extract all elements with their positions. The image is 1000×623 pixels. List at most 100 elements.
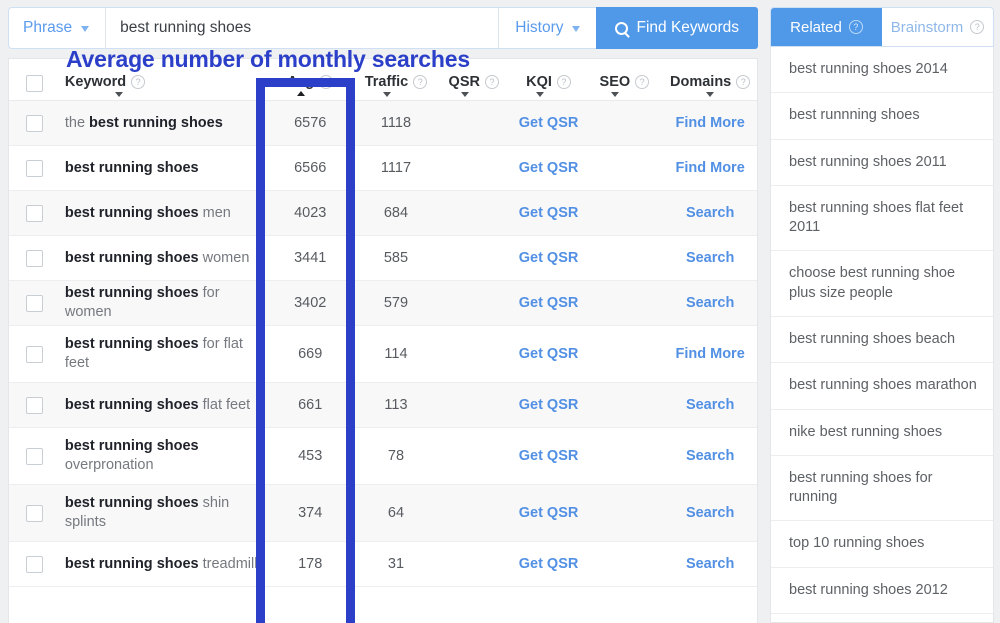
- get-qsr-link[interactable]: Get QSR: [519, 346, 579, 362]
- help-icon[interactable]: ?: [970, 20, 985, 34]
- domains-action-link[interactable]: Find More: [675, 115, 744, 131]
- related-keyword-item[interactable]: best runnning shoes: [771, 93, 993, 140]
- table-row[interactable]: best running shoes for flat feet 669 114 Ge…: [9, 326, 757, 383]
- domains-action-link[interactable]: Search: [686, 250, 734, 266]
- related-keyword-item[interactable]: best running shoes for running: [771, 456, 993, 522]
- select-all-checkbox[interactable]: [26, 75, 44, 92]
- domains-action-cell[interactable]: Find More: [663, 115, 757, 131]
- column-header-qsr[interactable]: QSR ?: [436, 75, 512, 97]
- sort-arrow-keyword-icon[interactable]: [114, 92, 123, 97]
- domains-action-link[interactable]: Search: [686, 556, 734, 572]
- row-checkbox[interactable]: [26, 159, 44, 177]
- related-keyword-item[interactable]: best running shoes 2011: [771, 140, 993, 186]
- table-row[interactable]: best running shoes treadmill 178 31 Get QSR…: [9, 542, 757, 587]
- column-header-domains[interactable]: Domains ?: [663, 75, 757, 97]
- help-icon[interactable]: ?: [413, 75, 428, 89]
- tab-brainstorm[interactable]: Brainstorm ?: [882, 8, 993, 46]
- get-qsr-cell[interactable]: Get QSR: [512, 556, 586, 572]
- row-checkbox[interactable]: [26, 345, 44, 363]
- sort-arrow-domains-icon[interactable]: [706, 92, 715, 97]
- column-header-seo[interactable]: SEO ?: [585, 75, 663, 97]
- domains-action-cell[interactable]: Search: [663, 250, 757, 266]
- related-keyword-item[interactable]: best running shoes 2014: [771, 47, 993, 94]
- get-qsr-link[interactable]: Get QSR: [519, 397, 579, 413]
- domains-action-link[interactable]: Find More: [675, 160, 744, 176]
- table-row[interactable]: best running shoes 6566 1117 Get QSR Find Mo…: [9, 146, 757, 191]
- column-header-keyword[interactable]: Keyword ?: [61, 75, 264, 97]
- get-qsr-link[interactable]: Get QSR: [519, 115, 579, 131]
- related-keyword-item[interactable]: best running shoes 2012: [771, 568, 993, 614]
- domains-action-link[interactable]: Search: [686, 295, 734, 311]
- row-checkbox[interactable]: [26, 249, 44, 267]
- column-header-kqi[interactable]: KQI ?: [512, 75, 586, 97]
- get-qsr-cell[interactable]: Get QSR: [512, 295, 586, 311]
- get-qsr-link[interactable]: Get QSR: [519, 250, 579, 266]
- get-qsr-cell[interactable]: Get QSR: [512, 397, 586, 413]
- get-qsr-link[interactable]: Get QSR: [519, 448, 579, 464]
- get-qsr-cell[interactable]: Get QSR: [512, 505, 586, 521]
- domains-action-link[interactable]: Search: [686, 205, 734, 221]
- column-header-avg[interactable]: Avg ?: [264, 75, 356, 96]
- column-header-traffic[interactable]: Traffic ?: [356, 75, 436, 97]
- help-icon[interactable]: ?: [131, 75, 146, 89]
- related-keyword-item[interactable]: best running shoes beach: [771, 317, 993, 364]
- get-qsr-link[interactable]: Get QSR: [519, 160, 579, 176]
- help-icon[interactable]: ?: [319, 75, 334, 89]
- domains-action-link[interactable]: Search: [686, 505, 734, 521]
- get-qsr-cell[interactable]: Get QSR: [512, 250, 586, 266]
- related-keyword-item[interactable]: top best running shoes: [771, 614, 993, 622]
- row-checkbox[interactable]: [26, 204, 44, 222]
- domains-action-link[interactable]: Search: [686, 397, 734, 413]
- help-icon[interactable]: ?: [556, 75, 571, 89]
- related-keyword-item[interactable]: choose best running shoe plus size peopl…: [771, 251, 993, 317]
- get-qsr-cell[interactable]: Get QSR: [512, 160, 586, 176]
- domains-action-cell[interactable]: Find More: [663, 160, 757, 176]
- table-row[interactable]: the best running shoes 6576 1118 Get QSR Fin…: [9, 101, 757, 146]
- domains-action-link[interactable]: Search: [686, 448, 734, 464]
- row-checkbox[interactable]: [26, 294, 44, 312]
- domains-action-cell[interactable]: Search: [663, 205, 757, 221]
- sort-arrow-kqi-icon[interactable]: [535, 92, 544, 97]
- get-qsr-link[interactable]: Get QSR: [519, 556, 579, 572]
- match-type-select[interactable]: Phrase: [9, 8, 107, 48]
- domains-action-cell[interactable]: Find More: [663, 346, 757, 362]
- table-row[interactable]: best running shoes shin splints 374 64 Get …: [9, 485, 757, 542]
- help-icon[interactable]: ?: [635, 75, 650, 89]
- get-qsr-cell[interactable]: Get QSR: [512, 115, 586, 131]
- row-checkbox[interactable]: [26, 114, 44, 132]
- get-qsr-link[interactable]: Get QSR: [519, 205, 579, 221]
- history-dropdown[interactable]: History: [498, 8, 596, 48]
- row-checkbox[interactable]: [26, 555, 44, 573]
- sort-arrow-traffic-icon[interactable]: [382, 92, 391, 97]
- domains-action-link[interactable]: Find More: [675, 346, 744, 362]
- row-checkbox[interactable]: [26, 504, 44, 522]
- related-keyword-item[interactable]: best running shoes marathon: [771, 363, 993, 410]
- related-keyword-item[interactable]: top 10 running shoes: [771, 521, 993, 568]
- table-row[interactable]: best running shoes for women 3402 579 Get Q…: [9, 281, 757, 326]
- domains-action-cell[interactable]: Search: [663, 448, 757, 464]
- row-checkbox[interactable]: [26, 396, 44, 414]
- find-keywords-button[interactable]: Find Keywords: [596, 7, 758, 49]
- search-input[interactable]: [106, 8, 499, 48]
- get-qsr-link[interactable]: Get QSR: [519, 505, 579, 521]
- domains-action-cell[interactable]: Search: [663, 295, 757, 311]
- table-row[interactable]: best running shoes men 4023 684 Get QSR Sear…: [9, 191, 757, 236]
- table-row[interactable]: best running shoes overpronation 453 78 Get…: [9, 428, 757, 485]
- related-keyword-item[interactable]: best running shoes flat feet 2011: [771, 186, 993, 252]
- sort-arrow-avg-icon[interactable]: [297, 91, 306, 96]
- table-row[interactable]: best running shoes flat feet 661 113 Get QS…: [9, 383, 757, 428]
- help-icon[interactable]: ?: [848, 20, 863, 34]
- help-icon[interactable]: ?: [484, 75, 499, 89]
- row-checkbox[interactable]: [26, 447, 44, 465]
- get-qsr-cell[interactable]: Get QSR: [512, 448, 586, 464]
- get-qsr-cell[interactable]: Get QSR: [512, 205, 586, 221]
- domains-action-cell[interactable]: Search: [663, 556, 757, 572]
- get-qsr-link[interactable]: Get QSR: [519, 295, 579, 311]
- help-icon[interactable]: ?: [736, 75, 751, 89]
- sort-arrow-seo-icon[interactable]: [611, 92, 620, 97]
- domains-action-cell[interactable]: Search: [663, 397, 757, 413]
- sort-arrow-qsr-icon[interactable]: [460, 92, 469, 97]
- get-qsr-cell[interactable]: Get QSR: [512, 346, 586, 362]
- related-keyword-item[interactable]: nike best running shoes: [771, 410, 993, 456]
- domains-action-cell[interactable]: Search: [663, 505, 757, 521]
